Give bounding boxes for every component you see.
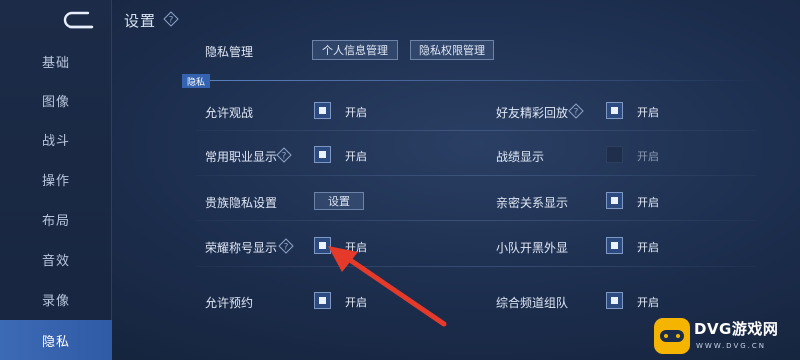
sidebar-item-replay[interactable]: 录像 xyxy=(0,280,112,318)
allow-reserve-label: 允许预约 xyxy=(205,296,254,310)
allow-spectate-checkbox[interactable] xyxy=(314,102,331,119)
sidebar-item-privacy[interactable]: 隐私 xyxy=(0,320,112,360)
squad-status-state: 开启 xyxy=(637,241,659,254)
watermark-logo xyxy=(654,318,690,354)
sidebar-item-layout[interactable]: 布局 xyxy=(0,200,112,238)
allow-spectate-state: 开启 xyxy=(345,106,367,119)
gamepad-icon xyxy=(660,330,684,342)
channel-team-state: 开启 xyxy=(637,296,659,309)
intimacy-checkbox[interactable] xyxy=(606,192,623,209)
row-divider xyxy=(196,130,756,131)
common-job-checkbox[interactable] xyxy=(314,146,331,163)
sidebar-item-label: 图像 xyxy=(41,94,70,110)
help-icon[interactable]: ? xyxy=(163,11,179,27)
intimacy-label: 亲密关系显示 xyxy=(496,196,569,210)
row-divider xyxy=(196,220,756,221)
channel-team-label: 综合频道组队 xyxy=(496,296,569,310)
sidebar-item-label: 布局 xyxy=(41,213,70,229)
page-title: 设置 xyxy=(124,12,157,30)
personal-info-button[interactable]: 个人信息管理 xyxy=(312,40,398,60)
svg-text:?: ? xyxy=(169,16,174,26)
friend-highlights-label: 好友精彩回放 xyxy=(496,106,569,120)
section-line xyxy=(210,80,770,81)
channel-team-checkbox[interactable] xyxy=(606,292,623,309)
sidebar: 基础 图像 战斗 操作 布局 音效 录像 隐私 xyxy=(0,0,112,360)
sidebar-item-label: 录像 xyxy=(41,293,70,309)
help-icon[interactable]: ? xyxy=(276,147,292,163)
intimacy-state: 开启 xyxy=(637,196,659,209)
sidebar-item-graphics[interactable]: 图像 xyxy=(0,81,112,119)
watermark-subtitle: WWW.DVG.CN xyxy=(696,342,767,350)
sidebar-item-label: 音效 xyxy=(41,253,70,269)
sidebar-item-battle[interactable]: 战斗 xyxy=(0,120,112,158)
common-job-label: 常用职业显示 xyxy=(205,150,278,164)
friend-highlights-checkbox[interactable] xyxy=(606,102,623,119)
sidebar-item-label: 基础 xyxy=(41,55,70,71)
help-icon[interactable]: ? xyxy=(568,103,584,119)
sidebar-item-sound[interactable]: 音效 xyxy=(0,240,112,278)
row-divider xyxy=(196,175,756,176)
friend-highlights-state: 开启 xyxy=(637,106,659,119)
sidebar-item-label: 操作 xyxy=(41,173,70,189)
annotation-arrow-icon xyxy=(328,246,447,327)
allow-spectate-label: 允许观战 xyxy=(205,106,254,120)
privacy-permissions-button[interactable]: 隐私权限管理 xyxy=(410,40,494,60)
common-job-state: 开启 xyxy=(345,150,367,163)
squad-status-checkbox[interactable] xyxy=(606,237,623,254)
watermark-title: DVG游戏网 xyxy=(694,320,779,338)
glory-title-label: 荣耀称号显示 xyxy=(205,241,278,255)
privacy-management-label: 隐私管理 xyxy=(205,45,254,59)
section-tag-privacy: 隐私 xyxy=(182,74,210,88)
sidebar-item-label: 隐私 xyxy=(41,334,70,350)
help-icon[interactable]: ? xyxy=(278,238,294,254)
sidebar-item-controls[interactable]: 操作 xyxy=(0,160,112,198)
squad-status-label: 小队开黑外显 xyxy=(496,241,569,255)
svg-text:?: ? xyxy=(574,108,579,118)
battle-record-label: 战绩显示 xyxy=(496,150,545,164)
sidebar-item-basic[interactable]: 基础 xyxy=(0,42,112,80)
sidebar-item-label: 战斗 xyxy=(41,133,70,149)
svg-text:?: ? xyxy=(282,152,287,162)
back-arrow-icon[interactable] xyxy=(58,10,98,30)
noble-privacy-settings-button[interactable]: 设置 xyxy=(314,192,364,210)
row-divider xyxy=(196,266,756,267)
battle-record-state: 开启 xyxy=(637,150,659,163)
svg-text:?: ? xyxy=(284,243,289,253)
noble-privacy-label: 贵族隐私设置 xyxy=(205,196,278,210)
battle-record-checkbox[interactable] xyxy=(606,146,623,163)
